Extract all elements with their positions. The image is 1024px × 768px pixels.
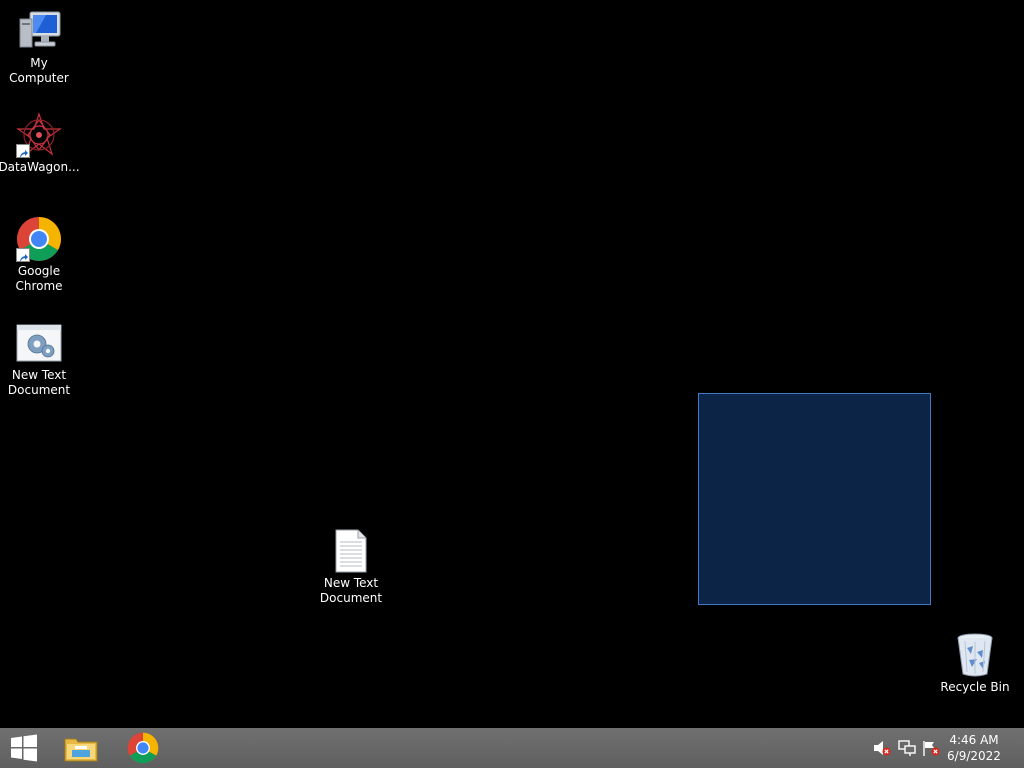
chrome-icon — [16, 216, 62, 262]
desktop-icon-recycle-bin[interactable]: Recycle Bin — [936, 632, 1014, 695]
clock-date: 6/9/2022 — [947, 749, 1001, 763]
text-document-icon — [328, 528, 374, 574]
desktop-icon-new-text-document-1[interactable]: New Text Document — [0, 320, 78, 398]
chrome-taskbar-button[interactable] — [120, 728, 166, 768]
desktop-icon-label: Recycle Bin — [940, 680, 1010, 694]
start-icon — [11, 734, 37, 762]
volume-muted-icon[interactable] — [873, 740, 891, 756]
file-explorer-icon — [64, 738, 98, 762]
shortcut-arrow-icon — [16, 248, 30, 262]
selection-rectangle — [698, 393, 931, 605]
network-icon[interactable] — [898, 740, 916, 756]
taskbar: 4:46 AM 6/9/2022 — [0, 728, 1024, 768]
desktop-icon-my-computer[interactable]: My Computer — [0, 8, 78, 86]
start-button[interactable] — [0, 728, 48, 768]
desktop-icon-label: New Text Document — [7, 368, 71, 397]
settings-document-icon — [16, 320, 62, 366]
chrome-icon — [127, 732, 159, 764]
clock-time: 4:46 AM — [949, 733, 999, 747]
file-explorer-button[interactable] — [58, 728, 104, 768]
desktop-icon-label: My Computer — [9, 56, 69, 85]
desktop-icon-label: New Text Document — [319, 576, 383, 605]
computer-icon — [16, 8, 62, 54]
desktop-icon-datawagon[interactable]: DataWagon... — [0, 112, 80, 175]
desktop[interactable]: My Computer DataWagon... Google Chrome N… — [0, 0, 1024, 728]
desktop-icon-label: DataWagon... — [0, 160, 80, 174]
action-center-icon[interactable] — [922, 740, 940, 756]
desktop-icon-label: Google Chrome — [15, 264, 63, 293]
datawagon-icon — [16, 112, 62, 158]
recycle-bin-icon — [952, 632, 998, 678]
desktop-icon-new-text-document-2[interactable]: New Text Document — [312, 528, 390, 606]
desktop-icon-google-chrome[interactable]: Google Chrome — [0, 216, 78, 294]
taskbar-clock[interactable]: 4:46 AM 6/9/2022 — [944, 732, 1004, 764]
shortcut-arrow-icon — [16, 144, 30, 158]
